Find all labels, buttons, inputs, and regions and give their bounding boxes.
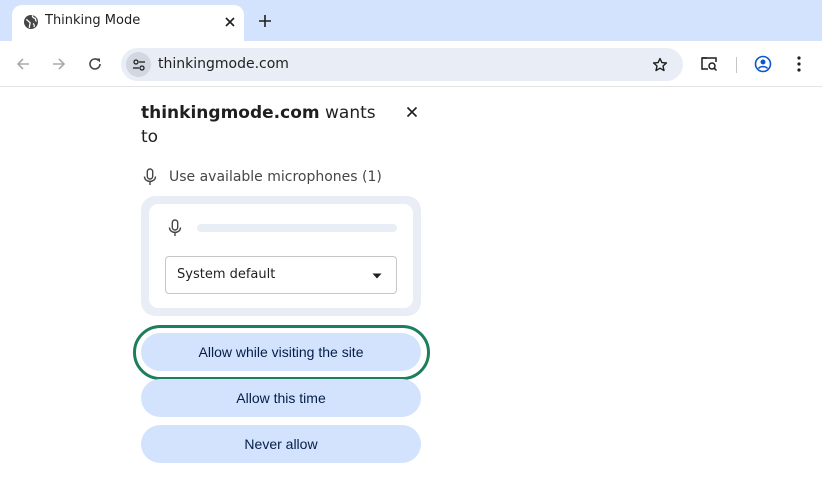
- dropdown-caret-icon: [371, 270, 383, 282]
- microphone-icon: [141, 168, 159, 186]
- allow-while-visiting-button[interactable]: Allow while visiting the site: [141, 333, 421, 371]
- prompt-site: thinkingmode.com: [141, 103, 320, 123]
- reload-icon[interactable]: [83, 52, 107, 76]
- new-tab-plus-icon[interactable]: [254, 10, 276, 32]
- toolbar-separator: [736, 57, 737, 73]
- toolbar: thinkingmode.com: [0, 41, 822, 87]
- tab-close-icon[interactable]: [221, 13, 239, 31]
- permission-prompt: thinkingmode.com wants to Use available …: [121, 87, 441, 487]
- prompt-title: thinkingmode.com wants to: [141, 101, 391, 149]
- globe-icon: [23, 14, 39, 30]
- device-select[interactable]: System default: [165, 256, 397, 294]
- mic-level-meter: [197, 224, 397, 232]
- never-allow-button[interactable]: Never allow: [141, 425, 421, 463]
- microphone-icon: [166, 219, 184, 237]
- address-bar[interactable]: thinkingmode.com: [121, 48, 683, 81]
- profile-icon[interactable]: [751, 52, 775, 76]
- microphone-card-inner: System default: [149, 204, 413, 308]
- permission-label: Use available microphones (1): [169, 169, 382, 185]
- forward-arrow-icon[interactable]: [47, 52, 71, 76]
- tab-title: Thinking Mode: [45, 13, 141, 28]
- tab-strip: Thinking Mode: [0, 0, 822, 41]
- bookmark-star-icon[interactable]: [649, 54, 671, 76]
- device-select-value: System default: [177, 267, 276, 282]
- microphone-card: System default: [141, 196, 421, 316]
- lens-search-icon[interactable]: [697, 52, 721, 76]
- active-tab[interactable]: Thinking Mode: [12, 5, 244, 41]
- site-info-icon[interactable]: [126, 52, 151, 77]
- allow-this-time-button[interactable]: Allow this time: [141, 379, 421, 417]
- back-arrow-icon[interactable]: [11, 52, 35, 76]
- permission-row: Use available microphones (1): [141, 167, 382, 187]
- kebab-menu-icon[interactable]: [787, 52, 811, 76]
- close-icon[interactable]: [403, 103, 421, 121]
- url-text[interactable]: thinkingmode.com: [158, 56, 289, 72]
